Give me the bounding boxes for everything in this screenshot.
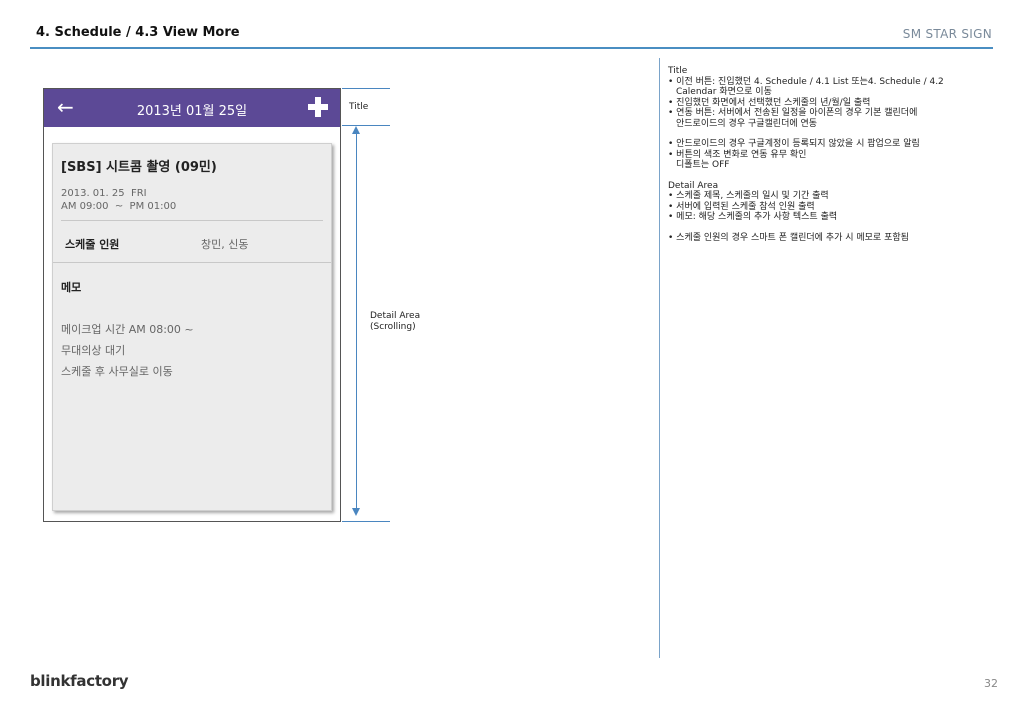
members-value: 창민, 신동 bbox=[201, 238, 249, 251]
note-item: • 이전 버튼: 진입했던 4. Schedule / 4.1 List 또는4… bbox=[668, 76, 944, 87]
note-item-cont: Calendar 화면으로 이동 bbox=[676, 87, 772, 97]
note-item: • 안드로이드의 경우 구글계정이 등록되지 않았을 시 팝업으로 알림 bbox=[668, 139, 920, 149]
page-number: 32 bbox=[984, 677, 998, 690]
arrow-down-icon bbox=[352, 508, 360, 516]
title-guide-top bbox=[342, 88, 390, 89]
memo-text: 메이크업 시간 AM 08:00 ~ 무대의상 대기 스케줄 후 사무실로 이동 bbox=[61, 319, 194, 382]
divider bbox=[61, 220, 323, 221]
detail-annotation-line: (Scrolling) bbox=[370, 322, 416, 332]
memo-line: 스케줄 후 사무실로 이동 bbox=[61, 365, 173, 378]
app-header: ← 2013년 01월 25일 bbox=[44, 89, 340, 127]
detail-annotation: Detail Area (Scrolling) bbox=[370, 311, 420, 333]
footer-logo: blinkfactory bbox=[30, 672, 129, 690]
schedule-date: 2013. 01. 25 FRI bbox=[61, 188, 147, 199]
header-date: 2013년 01월 25일 bbox=[136, 104, 248, 119]
schedule-detail-card: [SBS] 시트콤 촬영 (09민) 2013. 01. 25 FRI AM 0… bbox=[52, 143, 332, 511]
memo-line: 메이크업 시간 AM 08:00 ~ bbox=[61, 323, 194, 336]
divider bbox=[53, 262, 331, 263]
title-guide-bottom bbox=[342, 125, 390, 126]
description-notes: Title • 이전 버튼: 진입했던 4. Schedule / 4.1 Li… bbox=[668, 66, 998, 243]
note-item-cont: 안드로이드의 경우 구글캘린더에 연동 bbox=[676, 118, 818, 129]
brand-name: SM STAR SIGN bbox=[902, 27, 992, 41]
header-divider bbox=[30, 47, 993, 49]
schedule-datetime: 2013. 01. 25 FRI AM 09:00 ~ PM 01:00 bbox=[61, 187, 176, 213]
plus-icon[interactable] bbox=[308, 97, 328, 117]
note-item: • 연동 버튼: 서버에서 전송된 일정을 아이폰의 경우 기본 캘린더에 bbox=[668, 108, 918, 118]
note-item: • 진입했던 화면에서 선택했던 스케줄의 년/월/일 출력 bbox=[668, 97, 871, 108]
detail-annotation-line: Detail Area bbox=[370, 311, 421, 321]
note-item: • 버튼의 색조 변화로 연동 유무 확인 bbox=[668, 149, 807, 160]
scroll-range-line bbox=[356, 133, 357, 509]
page-title: 4. Schedule / 4.3 View More bbox=[36, 25, 240, 40]
phone-screen: ← 2013년 01월 25일 [SBS] 시트콤 촬영 (09민) 2013.… bbox=[43, 88, 341, 522]
schedule-title: [SBS] 시트콤 촬영 (09민) bbox=[61, 160, 217, 175]
note-item: • 스케줄 제목, 스케줄의 일시 및 기간 출력 bbox=[668, 191, 829, 201]
note-item: • 스케줄 인원의 경우 스마트 폰 캘린더에 추가 시 메모로 포함됨 bbox=[668, 232, 909, 243]
notes-section-title: Detail Area bbox=[668, 180, 719, 191]
note-item: • 서버에 입력된 스케줄 참석 인원 출력 bbox=[668, 201, 815, 212]
notes-section-title: Title bbox=[668, 66, 688, 76]
note-item-cont: 디폴트는 OFF bbox=[676, 160, 730, 170]
column-divider bbox=[659, 58, 660, 658]
note-item: • 메모: 해당 스케줄의 추가 사항 텍스트 출력 bbox=[668, 212, 838, 222]
detail-guide-bottom bbox=[342, 521, 390, 522]
title-annotation: Title bbox=[349, 102, 369, 112]
memo-line: 무대의상 대기 bbox=[61, 344, 126, 357]
memo-label: 메모 bbox=[61, 281, 82, 294]
members-label: 스케줄 인원 bbox=[65, 238, 120, 251]
schedule-time: AM 09:00 ~ PM 01:00 bbox=[61, 201, 177, 212]
